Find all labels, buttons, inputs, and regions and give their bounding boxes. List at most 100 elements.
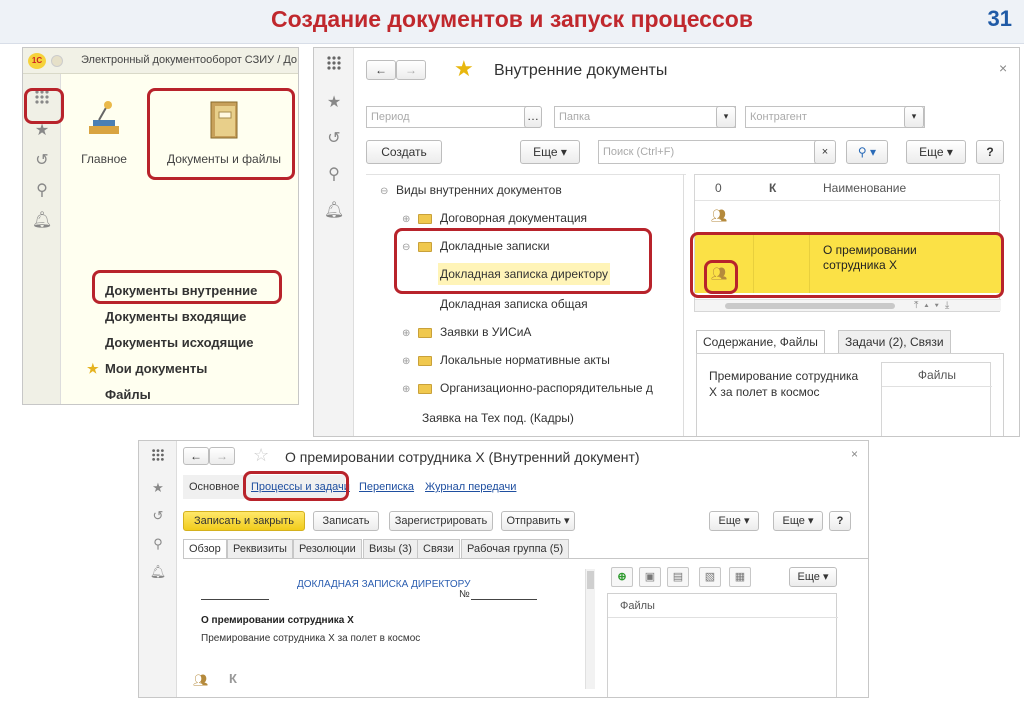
tree-item[interactable]: ⊕ Локальные нормативные акты [402,353,610,367]
tree-item[interactable]: ⊕ Заявки в УИСиА [402,325,531,339]
period-field[interactable]: Период [366,106,540,128]
counterparty-dropdown-button[interactable]: ▾ [904,106,924,128]
more-button-1[interactable]: Еще ▾ [520,140,580,164]
scan-icon[interactable]: ▧ [699,567,721,587]
more-label: Еще [718,515,741,527]
search-icon[interactable]: ⚲ [139,529,177,557]
favorites-star-icon[interactable]: ★ [314,88,354,118]
tab-requisites[interactable]: Реквизиты [227,539,293,559]
folder-icon [418,355,432,366]
save-close-button[interactable]: Записать и закрыть [183,511,305,531]
preview-scrollbar[interactable] [585,569,595,689]
forward-button[interactable]: → [396,60,426,80]
close-icon[interactable]: × [999,60,1007,76]
more-label: Еще [797,571,820,583]
search-icon[interactable]: ⚲ [23,176,61,206]
counterparty-field[interactable]: Контрагент [745,106,925,128]
search-input[interactable]: Поиск (Ctrl+F) [598,140,820,164]
clear-search-button[interactable]: × [814,140,836,164]
tree-item-selected[interactable]: Докладная записка директору [438,263,611,285]
bell-icon[interactable]: 🔔︎ [314,196,354,226]
file-icon[interactable]: ▤ [667,567,689,587]
grid-header-row: 0 К Наименование [695,175,1001,201]
folder-icon [418,213,432,224]
copy-file-icon[interactable]: ▣ [639,567,661,587]
save-button[interactable]: Записать [313,511,379,531]
menu-item-my-docs[interactable]: ★ Мои документы [87,356,257,382]
favorite-star-icon[interactable]: ★ [454,56,474,82]
name-column-header[interactable]: Наименование [823,181,906,195]
menu-item-files[interactable]: Файлы [105,382,257,404]
tree-item[interactable]: ⊕ Договорная документация [402,211,587,225]
files-header[interactable]: Файлы [882,363,992,387]
bell-icon[interactable]: 🔔︎ [139,557,177,585]
documents-book-icon [210,101,238,139]
help-button[interactable]: ? [829,511,851,531]
nav-main[interactable]: Основное [189,481,239,493]
folder-field[interactable]: Папка [554,106,736,128]
tile-main[interactable]: Главное [69,96,139,186]
tree-item[interactable]: Заявка на Тех под. (Кадры) [422,411,574,425]
menu-item-incoming-docs[interactable]: Документы входящие [105,304,257,330]
tab-tasks-links[interactable]: Задачи (2), Связи [838,330,951,354]
history-icon[interactable]: ↺ [139,501,177,529]
forward-button[interactable]: → [209,447,235,465]
tab-content-files[interactable]: Содержание, Файлы [696,330,825,354]
back-button[interactable]: ← [366,60,396,80]
tab-workgroup[interactable]: Рабочая группа (5) [461,539,570,559]
tile-documents-files[interactable]: Документы и файлы [154,96,294,186]
files-header[interactable]: Файлы [620,600,655,612]
nav-processes-tasks[interactable]: Процессы и задачи [251,481,350,493]
register-button[interactable]: Зарегистрировать [389,511,493,531]
scroll-thumb[interactable] [587,571,594,589]
favorites-star-icon[interactable]: ★ [139,473,177,501]
menu-item-internal-docs[interactable]: Документы внутренние [105,278,257,304]
sections-grid-icon[interactable] [314,52,354,82]
grid-col-divider [809,235,810,293]
create-button[interactable]: Создать [366,140,442,164]
add-file-icon[interactable]: ⊕ [611,567,633,587]
close-icon[interactable]: × [851,447,858,461]
history-icon[interactable]: ↺ [314,124,354,154]
history-icon[interactable]: ↺ [23,146,61,176]
search-icon[interactable]: ⚲ [314,160,354,190]
doc-body: Премирование сотрудника Х за полет в кос… [201,633,421,644]
more-button-2[interactable]: Еще ▾ [773,511,823,531]
tree-item[interactable]: ⊖ Докладные записки [402,239,550,253]
tree-root[interactable]: ⊖ Виды внутренних документов [380,183,562,197]
more-button-2[interactable]: Еще ▾ [906,140,966,164]
nav-correspondence[interactable]: Переписка [359,481,414,493]
tab-visas[interactable]: Визы (3) [363,539,418,559]
tab-overview[interactable]: Обзор [183,539,227,559]
period-select-button[interactable]: … [524,106,542,128]
menu-item-outgoing-docs[interactable]: Документы исходящие [105,330,257,356]
tab-resolutions[interactable]: Резолюции [293,539,362,559]
content-text: Премирование сотрудника Х за полет в кос… [709,369,859,399]
folder-dropdown-button[interactable]: ▾ [716,106,736,128]
more-button-1[interactable]: Еще ▾ [709,511,759,531]
scroll-thumb[interactable] [725,303,895,309]
bell-icon[interactable]: 🔔︎ [23,206,61,236]
back-button[interactable]: ← [183,447,209,465]
help-button[interactable]: ? [976,140,1004,164]
attach-column-header[interactable]: 0 [715,181,722,195]
send-button[interactable]: Отправить ▾ [501,511,575,531]
files-more-button[interactable]: Еще ▾ [789,567,837,587]
sections-grid-icon[interactable] [23,86,61,116]
tree-item-label: Докладные записки [440,239,550,253]
k-column-header[interactable]: К [769,181,776,195]
tree-item[interactable]: Докладная записка общая [440,297,588,311]
lock-icon[interactable]: ▦ [729,567,751,587]
menu-dropdown-icon[interactable] [51,55,63,67]
sections-grid-icon[interactable] [139,443,177,473]
star-icon: ★ [87,361,99,376]
tree-item[interactable]: ⊕ Организационно-распорядительные д [402,381,653,395]
favorites-star-icon[interactable]: ★ [23,116,61,146]
search-button[interactable]: ⚲ ▾ [846,140,888,164]
grid-nav-buttons[interactable]: ⤒▴▾⤓ [914,300,955,311]
grid-row-selected[interactable]: О премировании сотрудника Х 👥︎ [695,235,1001,293]
nav-transfer-journal[interactable]: Журнал передачи [425,481,516,493]
splitter[interactable] [683,174,684,436]
tab-links[interactable]: Связи [417,539,460,559]
favorite-star-icon[interactable]: ☆ [253,445,269,466]
